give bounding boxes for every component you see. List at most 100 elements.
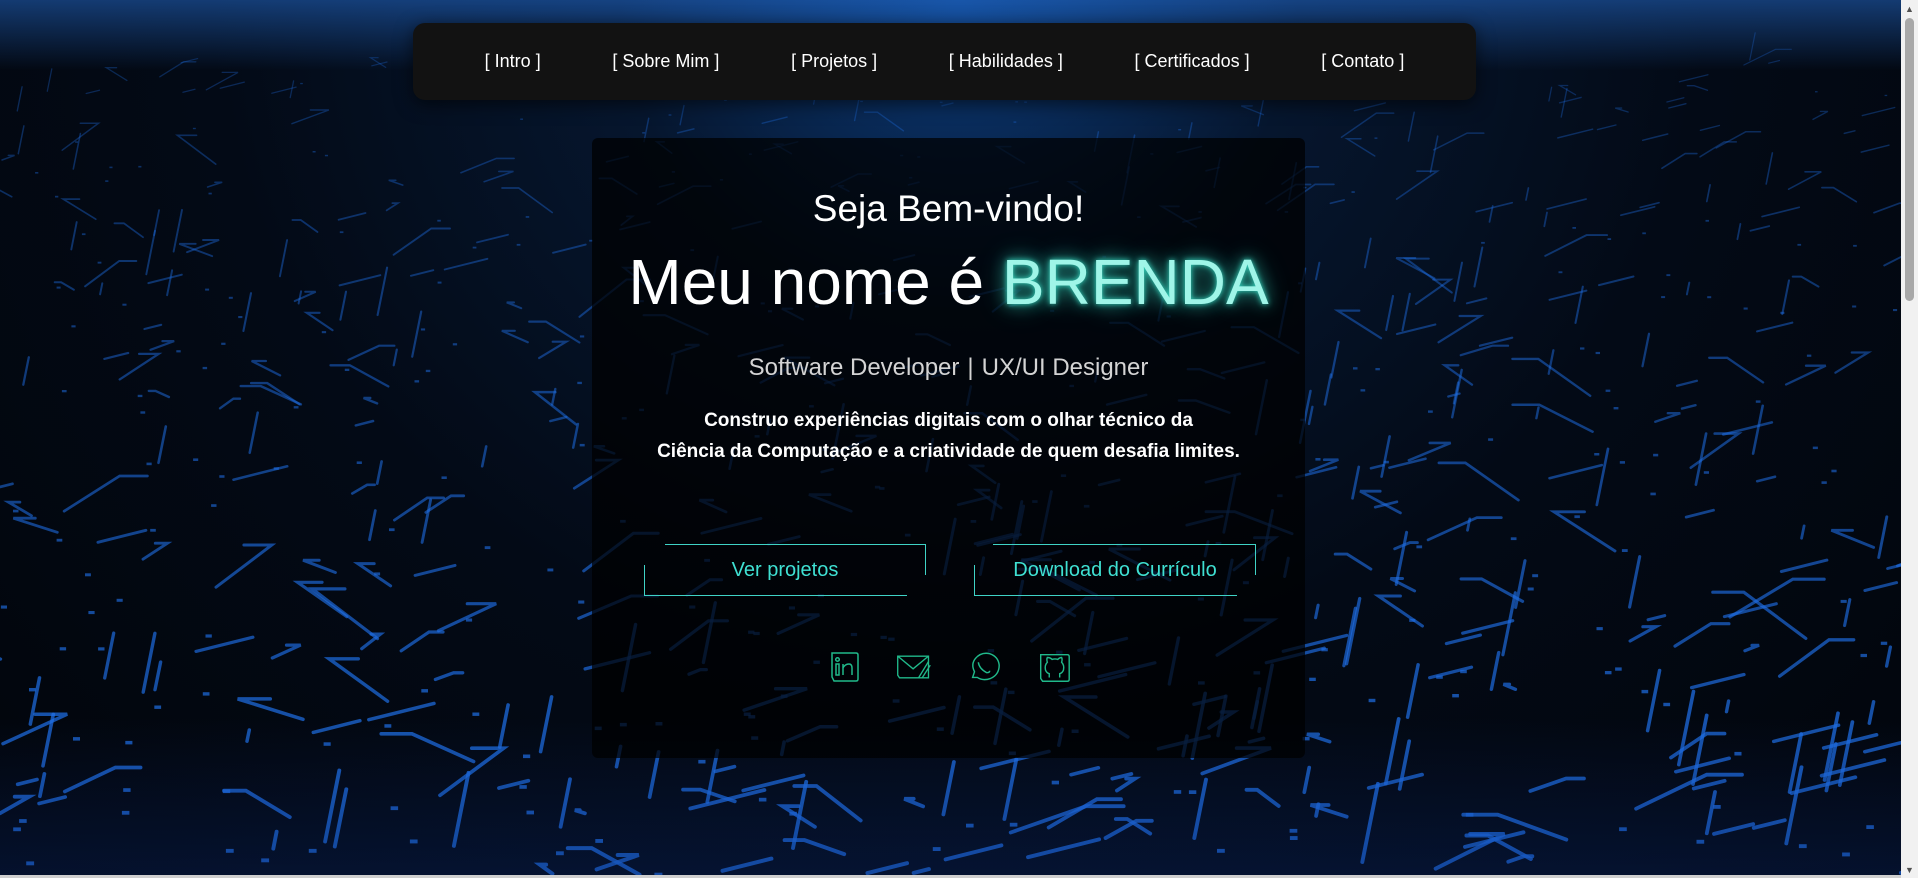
circuit-trace: [103, 631, 116, 680]
nav-item-intro[interactable]: [ Intro ]: [485, 51, 541, 72]
name-prefix: Meu nome é: [628, 246, 985, 318]
circuit-trace: [141, 541, 173, 561]
circuit-trace: [1784, 364, 1827, 386]
scroll-down-arrow-icon[interactable]: ▼: [1901, 861, 1918, 878]
circuit-trace: [1883, 255, 1901, 267]
nav-item-sobre-mim[interactable]: [ Sobre Mim ]: [612, 51, 719, 72]
circuit-pad: [1797, 243, 1802, 246]
scrollbar-thumb[interactable]: [1905, 18, 1914, 301]
circuit-trace: [1405, 663, 1420, 719]
circuit-trace: [60, 198, 97, 221]
circuit-trace: [214, 543, 277, 589]
circuit-trace: [368, 509, 377, 542]
circuit-pad: [465, 618, 473, 622]
circuit-trace: [46, 68, 53, 92]
circuit-trace: [392, 227, 451, 256]
circuit-trace: [1863, 581, 1899, 592]
role-designer: UX/UI Designer: [981, 354, 1149, 381]
circuit-trace: [443, 257, 489, 271]
whatsapp-icon[interactable]: [965, 647, 1003, 687]
circuit-trace: [1843, 130, 1856, 135]
circuit-trace: [232, 465, 289, 481]
circuit-trace: [1751, 404, 1764, 455]
circuit-trace: [118, 352, 163, 381]
circuit-trace: [1699, 124, 1721, 131]
circuit-trace: [1877, 515, 1889, 559]
circuit-pad: [437, 281, 442, 284]
circuit-trace: [12, 516, 59, 534]
circuit-trace: [433, 671, 465, 682]
circuit-trace: [1363, 237, 1372, 269]
circuit-pad: [71, 325, 76, 328]
circuit-trace: [1453, 261, 1463, 302]
circuit-pad: [472, 246, 477, 249]
circuit-trace: [1680, 404, 1697, 410]
circuit-pad: [1594, 453, 1600, 456]
circuit-trace: [1614, 107, 1629, 113]
circuit-trace: [157, 425, 168, 465]
circuit-trace: [1535, 406, 1540, 420]
circuit-trace: [239, 384, 303, 406]
circuit-trace: [1502, 682, 1518, 691]
circuit-trace: [1333, 552, 1373, 571]
scroll-up-arrow-icon[interactable]: ▲: [1901, 0, 1918, 17]
circuit-pad: [1852, 305, 1857, 308]
top-navigation: [ Intro ] [ Sobre Mim ] [ Projetos ] [ H…: [413, 23, 1476, 100]
circuit-pad: [1613, 407, 1619, 410]
circuit-trace: [528, 320, 581, 344]
circuit-pad: [579, 443, 585, 447]
circuit-pad: [321, 331, 327, 334]
email-icon[interactable]: [895, 647, 933, 687]
circuit-pad: [1178, 129, 1182, 131]
circuit-trace: [1736, 223, 1742, 241]
circuit-trace: [411, 310, 423, 358]
circuit-trace: [1432, 132, 1485, 151]
circuit-trace: [1511, 403, 1594, 433]
circuit-trace: [1351, 465, 1361, 500]
circuit-trace: [1549, 510, 1617, 553]
circuit-pad: [1880, 641, 1888, 645]
nav-item-habilidades[interactable]: [ Habilidades ]: [949, 51, 1063, 72]
circuit-trace: [1525, 187, 1530, 201]
nav-item-certificados[interactable]: [ Certificados ]: [1135, 51, 1250, 72]
circuit-trace: [248, 411, 259, 455]
circuit-pad: [1806, 354, 1812, 357]
nav-item-projetos[interactable]: [ Projetos ]: [791, 51, 877, 72]
circuit-trace: [1543, 211, 1548, 228]
circuit-trace: [1465, 297, 1488, 305]
circuit-pad: [1653, 453, 1659, 457]
circuit-trace: [1426, 516, 1503, 542]
circuit-trace: [1756, 321, 1794, 333]
github-icon[interactable]: [1035, 647, 1073, 687]
circuit-pad: [520, 118, 523, 120]
circuit-pad: [1663, 702, 1671, 707]
circuit-pad: [146, 462, 152, 466]
nav-item-contato[interactable]: [ Contato ]: [1321, 51, 1404, 72]
circuit-pad: [221, 342, 226, 345]
circuit-trace: [1861, 106, 1896, 117]
circuit-pad: [1360, 389, 1366, 392]
circuit-pad: [105, 180, 109, 182]
download-cv-label: Download do Currículo: [1013, 558, 1217, 581]
circuit-trace: [149, 340, 175, 351]
circuit-pad: [29, 688, 36, 692]
circuit-trace: [1473, 246, 1484, 288]
circuit-trace: [70, 221, 78, 251]
vertical-scrollbar[interactable]: ▲ ▼: [1901, 0, 1918, 878]
circuit-trace: [436, 602, 497, 633]
circuit-pad: [85, 573, 91, 577]
circuit-trace: [1344, 137, 1376, 157]
linkedin-icon[interactable]: [825, 647, 863, 687]
circuit-trace: [1641, 133, 1669, 142]
download-cv-button[interactable]: Download do Currículo: [974, 544, 1256, 596]
circuit-trace: [501, 187, 554, 214]
circuit-pad: [300, 82, 303, 85]
circuit-pad: [668, 114, 672, 116]
circuit-trace: [476, 233, 509, 244]
circuit-pad: [1705, 219, 1709, 222]
view-projects-button[interactable]: Ver projetos: [644, 544, 926, 596]
circuit-pad: [1572, 227, 1576, 229]
circuit-pad: [193, 458, 199, 461]
circuit-pad: [324, 154, 328, 157]
circuit-trace: [303, 311, 334, 332]
